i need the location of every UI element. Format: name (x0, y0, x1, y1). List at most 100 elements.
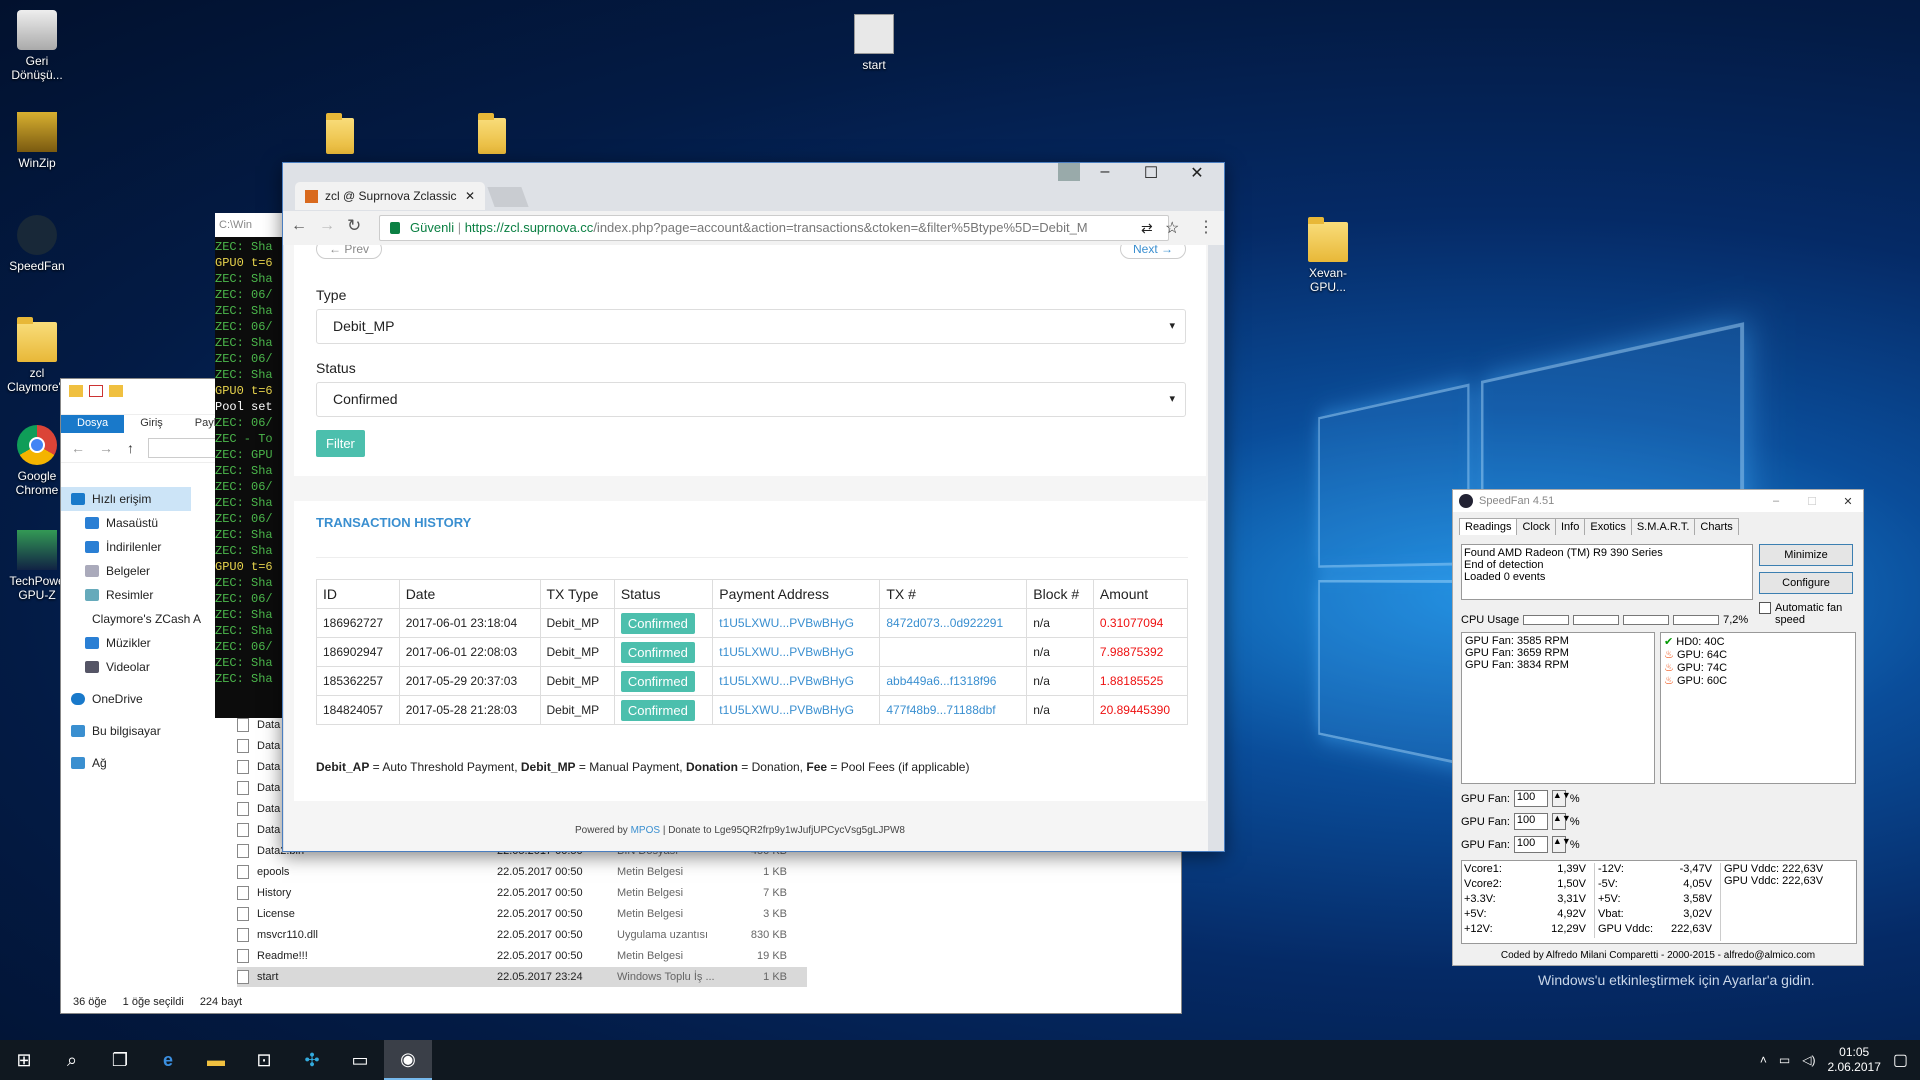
claymore-console-window[interactable]: C:\Win ZEC: Sha GPU0 t=6 ZEC: Sha ZEC: 06/Z… (215, 213, 285, 718)
folder-icon[interactable] (478, 113, 506, 154)
tab-charts[interactable]: Charts (1694, 518, 1739, 535)
forward-icon[interactable]: → (319, 217, 335, 235)
nav-claymore-folder[interactable]: Claymore's ZCash A (61, 607, 201, 631)
fan-speed-input[interactable]: 100 (1513, 836, 1548, 853)
payment-address-link[interactable]: t1U5LXWU...PVBwBHyG (719, 616, 854, 630)
table-row[interactable]: License 22.05.2017 00:50 Metin Belgesi 3 KB (237, 904, 807, 924)
nav-onedrive[interactable]: OneDrive (61, 687, 191, 711)
start-batch-icon[interactable]: start (838, 14, 910, 72)
back-icon[interactable]: ← (291, 217, 307, 235)
tx-hash-link[interactable]: 8472d073...0d922291 (886, 616, 1003, 630)
list-item[interactable]: Data (237, 799, 280, 819)
speedfan-shortcut-icon[interactable]: SpeedFan (1, 215, 73, 273)
table-row[interactable]: Readme!!! 22.05.2017 00:50 Metin Belgesi 19… (237, 946, 807, 966)
table-row[interactable]: epools 22.05.2017 00:50 Metin Belgesi 1 KB (237, 862, 807, 882)
type-select[interactable]: Debit_MP (316, 309, 1186, 344)
nav-this-pc[interactable]: Bu bilgisayar (61, 719, 191, 743)
chrome-taskbar-icon[interactable]: ◉ (384, 1040, 432, 1080)
browser-tab[interactable]: zcl @ Suprnova Zclassic ✕ (295, 182, 485, 210)
winzip-icon[interactable]: WinZip (1, 112, 73, 170)
translate-icon[interactable]: ⇄ (1141, 220, 1153, 237)
list-item[interactable]: Data (237, 757, 280, 777)
start-windows-icon[interactable]: ⊞ (0, 1040, 48, 1080)
nav-quick-access[interactable]: Hızlı erişim (61, 487, 191, 511)
table-row[interactable]: History 22.05.2017 00:50 Metin Belgesi 7 KB (237, 883, 807, 903)
minimize-button[interactable]: Minimize (1759, 544, 1853, 566)
list-item[interactable]: Data (237, 715, 280, 735)
nav-music[interactable]: Müzikler (61, 631, 191, 655)
speedfan-window[interactable]: SpeedFan 4.51 – ☐ ✕ Readings Clock Info Exo… (1452, 489, 1864, 966)
tab-smart[interactable]: S.M.A.R.T. (1630, 518, 1696, 535)
nav-desktop[interactable]: Masaüstü (61, 511, 191, 535)
list-item[interactable]: Data (237, 778, 280, 798)
reload-icon[interactable]: ↻ (347, 216, 361, 236)
file-explorer-taskbar-icon[interactable]: ▬ (192, 1040, 240, 1080)
menu-icon[interactable]: ⋮ (1198, 217, 1214, 237)
forward-arrow-icon[interactable]: → (99, 440, 113, 456)
payment-address-link[interactable]: t1U5LXWU...PVBwBHyG (719, 645, 854, 659)
task-view-icon[interactable]: ❐ (96, 1040, 144, 1080)
nav-documents[interactable]: Belgeler (61, 559, 191, 583)
tab-giris[interactable]: Giriş (124, 415, 179, 433)
new-folder-icon[interactable] (109, 385, 123, 397)
tx-hash-link[interactable]: 477f48b9...71188dbf (886, 703, 995, 717)
fan-speed-input[interactable]: 100 (1513, 813, 1548, 830)
volume-icon[interactable]: ◁) (1802, 1053, 1815, 1067)
tab-readings[interactable]: Readings (1459, 518, 1518, 535)
spinner-arrows-icon[interactable]: ▲▼ (1551, 836, 1571, 853)
nav-videos[interactable]: Videolar (61, 655, 191, 679)
profile-icon[interactable] (1058, 163, 1080, 181)
new-tab-button[interactable] (487, 187, 529, 207)
recycle-bin-icon[interactable]: Geri Dönüşü... (1, 10, 73, 82)
store-icon[interactable]: ⊡ (240, 1040, 288, 1080)
up-arrow-icon[interactable]: ↑ (127, 440, 134, 456)
notification-icon[interactable]: ▢ (1893, 1050, 1908, 1070)
table-row[interactable]: msvcr110.dll 22.05.2017 00:50 Uygulama uza… (237, 925, 807, 945)
configure-button[interactable]: Configure (1759, 572, 1853, 594)
xevan-folder-icon[interactable]: Xevan-GPU... (1292, 217, 1364, 294)
close-icon[interactable]: ✕ (1174, 163, 1220, 183)
edge-icon[interactable]: e (144, 1040, 192, 1080)
minimize-icon[interactable]: – (1761, 495, 1791, 507)
maximize-icon[interactable]: ☐ (1128, 163, 1174, 183)
mpos-link[interactable]: MPOS (631, 825, 660, 836)
list-item[interactable]: Data (237, 736, 280, 756)
table-row[interactable]: start 22.05.2017 23:24 Windows Toplu İş ..… (237, 967, 807, 987)
maximize-icon[interactable]: ☐ (1797, 495, 1827, 508)
cmd-taskbar-icon[interactable]: ▭ (336, 1040, 384, 1080)
bookmark-star-icon[interactable]: ☆ (1165, 218, 1179, 238)
tab-clock[interactable]: Clock (1516, 518, 1556, 535)
checkbox[interactable] (1759, 602, 1771, 614)
speedfan-taskbar-icon[interactable]: ✣ (288, 1040, 336, 1080)
payment-address-link[interactable]: t1U5LXWU...PVBwBHyG (719, 703, 854, 717)
auto-fan-speed[interactable]: Automatic fan speed (1759, 602, 1859, 626)
close-tab-icon[interactable]: ✕ (465, 182, 475, 210)
chrome-window[interactable]: zcl @ Suprnova Zclassic ✕ – ☐ ✕ ← → ↻ ⋮ … (282, 162, 1225, 852)
nav-downloads[interactable]: İndirilenler (61, 535, 191, 559)
spinner-arrows-icon[interactable]: ▲▼ (1551, 790, 1571, 807)
next-button[interactable]: Next → (1120, 245, 1187, 259)
tab-exotics[interactable]: Exotics (1584, 518, 1632, 535)
tab-dosya[interactable]: Dosya (61, 415, 125, 433)
search-icon[interactable]: ⌕ (48, 1040, 96, 1080)
minimize-icon[interactable]: – (1082, 163, 1128, 183)
list-item[interactable]: Data (237, 820, 280, 840)
filter-button[interactable]: Filter (316, 430, 365, 457)
close-icon[interactable]: ✕ (1833, 495, 1863, 508)
nav-pictures[interactable]: Resimler (61, 583, 191, 607)
clock[interactable]: 01:05 2.06.2017 (1827, 1045, 1880, 1075)
tx-hash-link[interactable]: abb449a6...f1318f96 (886, 674, 996, 688)
address-bar[interactable]: Güvenli | https://zcl.suprnova.cc/index.… (379, 215, 1169, 241)
payment-address-link[interactable]: t1U5LXWU...PVBwBHyG (719, 674, 854, 688)
fan-speed-input[interactable]: 100 (1513, 790, 1548, 807)
tray-chevron-icon[interactable]: ˄ (1760, 1053, 1767, 1067)
tab-info[interactable]: Info (1555, 518, 1586, 535)
status-select[interactable]: Confirmed (316, 382, 1186, 417)
properties-icon[interactable] (89, 385, 103, 397)
spinner-arrows-icon[interactable]: ▲▼ (1551, 813, 1571, 830)
back-arrow-icon[interactable]: ← (71, 440, 85, 456)
nav-network[interactable]: Ağ (61, 751, 191, 775)
prev-button[interactable]: ← Prev (316, 245, 383, 259)
network-icon[interactable]: ▭ (1779, 1053, 1790, 1067)
folder-icon[interactable] (326, 113, 354, 154)
